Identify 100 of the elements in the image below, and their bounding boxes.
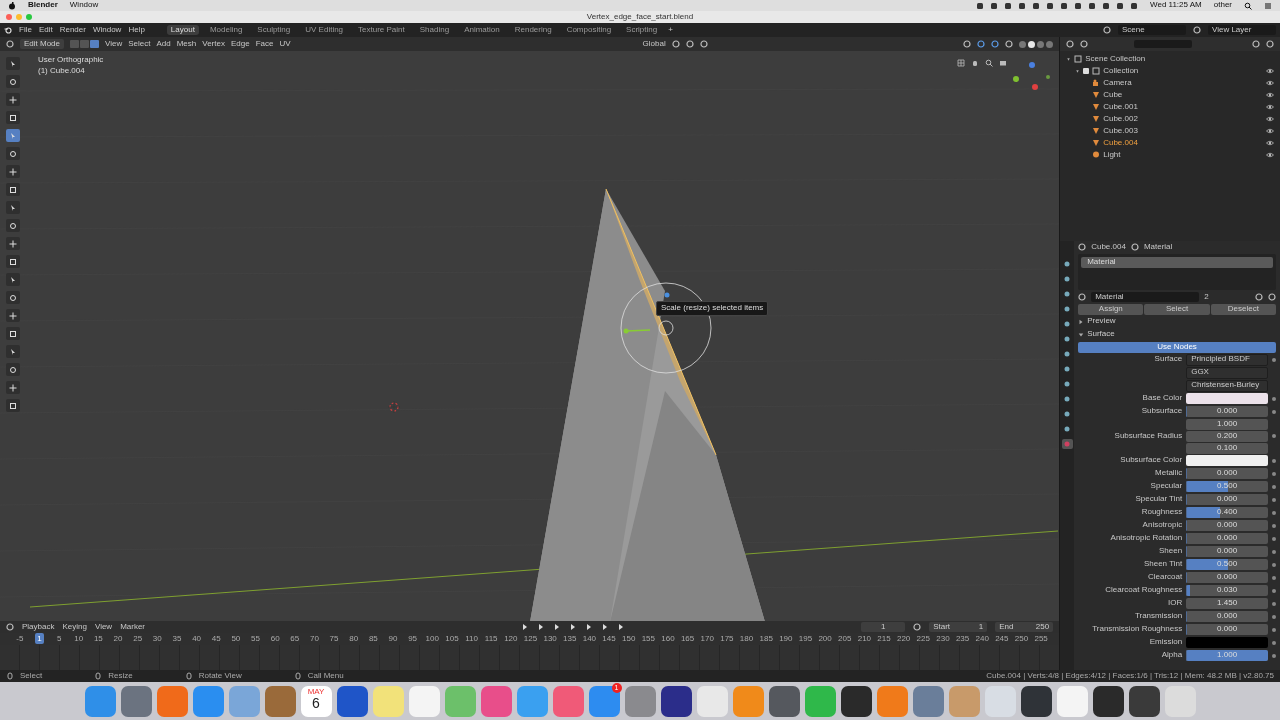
menu-item[interactable]: File (19, 25, 32, 35)
value-slider[interactable]: 0.000 (1186, 624, 1268, 636)
tool-button[interactable] (6, 219, 20, 232)
axis-gizmo[interactable] (1013, 62, 1050, 90)
outliner-row[interactable]: Cube.003 (1060, 125, 1280, 137)
menu-item[interactable]: Window (92, 25, 122, 35)
tool-button[interactable] (6, 363, 20, 376)
keyframe-dot-icon[interactable] (1272, 614, 1276, 619)
workspace-tab[interactable]: Rendering (510, 24, 556, 36)
properties-tab[interactable] (1061, 439, 1073, 449)
value-slider[interactable]: 0.000 (1186, 520, 1268, 532)
keyframe-dot-icon[interactable] (1272, 653, 1276, 658)
value-slider[interactable]: 0.000 (1186, 494, 1268, 506)
tool-button[interactable] (6, 165, 20, 178)
number-field[interactable]: 0.100 (1186, 442, 1268, 454)
value-slider[interactable]: 0.000 (1186, 546, 1268, 558)
tool-button[interactable] (6, 93, 20, 106)
keyframe-dot-icon[interactable] (1272, 357, 1276, 362)
workspace-tab[interactable]: Shading (415, 24, 454, 36)
slot-button[interactable]: Assign (1078, 304, 1144, 315)
app-icon[interactable] (1020, 685, 1052, 717)
tool-button[interactable] (6, 75, 20, 88)
collapsed-arrow-icon[interactable] (1078, 318, 1085, 325)
menu-item[interactable]: Vertex (202, 39, 225, 49)
value-slider[interactable]: 0.000 (1186, 533, 1268, 545)
value-slider[interactable]: 0.000 (1186, 468, 1268, 480)
outliner-row[interactable]: Cube.002 (1060, 113, 1280, 125)
eye-icon[interactable] (1266, 127, 1274, 135)
app-icon[interactable] (660, 685, 692, 717)
tool-button[interactable] (6, 309, 20, 322)
menu-item[interactable]: Window (69, 1, 99, 10)
tool-button[interactable] (6, 399, 20, 412)
number-field[interactable]: 1.450 (1186, 598, 1268, 610)
workspace-tab[interactable]: Compositing (562, 24, 616, 36)
workspace-tab[interactable]: Texture Paint (354, 24, 409, 36)
distribution-dropdown[interactable]: GGX (1186, 366, 1268, 379)
workspace-tab[interactable]: UV Editing (301, 24, 348, 36)
keyframe-dot-icon[interactable] (1272, 640, 1276, 645)
keyframe-dot-icon[interactable] (1272, 575, 1276, 580)
clock[interactable]: Wed 11:25 AM (1150, 1, 1202, 10)
app-icon[interactable] (336, 685, 368, 717)
menu-item[interactable]: Marker (120, 622, 146, 632)
orientation-dropdown[interactable]: Global (642, 39, 666, 49)
keyframe-dot-icon[interactable] (1272, 536, 1276, 541)
add-workspace-button[interactable]: + (668, 25, 673, 35)
eye-icon[interactable] (1266, 139, 1274, 147)
mode-dropdown[interactable]: Edit Mode (20, 38, 65, 50)
number-field[interactable]: 0.200 (1186, 430, 1268, 442)
timeline-track[interactable] (0, 645, 1060, 670)
keyframe-dot-icon[interactable] (1272, 562, 1276, 567)
camera-icon[interactable] (999, 59, 1007, 67)
tool-button[interactable] (6, 147, 20, 160)
workspace-tab[interactable]: Modeling (205, 24, 247, 36)
keyframe-dot-icon[interactable] (1272, 471, 1276, 476)
value-slider[interactable]: 0.030 (1186, 585, 1268, 597)
menu-item[interactable]: Render (59, 25, 86, 35)
app-icon[interactable] (840, 685, 872, 717)
color-swatch[interactable] (1186, 637, 1268, 649)
menu-item[interactable]: Keying (62, 622, 87, 632)
calendar-app-icon[interactable]: MAY 6 (300, 685, 332, 717)
color-swatch[interactable] (1186, 455, 1268, 467)
subsurface-method-dropdown[interactable]: Christensen-Burley (1186, 379, 1268, 392)
camera-icon[interactable] (1092, 79, 1101, 87)
tool-button[interactable] (6, 255, 20, 268)
outliner-row[interactable]: Cube.001 (1060, 101, 1280, 113)
outliner-row[interactable]: Light (1060, 149, 1280, 161)
keyframe-dot-icon[interactable] (1272, 523, 1276, 528)
outliner-row[interactable]: Collection (1060, 65, 1280, 77)
eye-icon[interactable] (1266, 67, 1274, 75)
material-slot[interactable]: Material (1081, 257, 1273, 268)
app-menu[interactable]: Blender (28, 1, 58, 10)
menu-item[interactable]: Add (156, 39, 171, 49)
menu-item[interactable]: Edge (230, 39, 250, 49)
checkbox[interactable] (1083, 68, 1090, 74)
end-frame-field[interactable]: End 250 (995, 621, 1054, 633)
blender-logo-icon[interactable] (4, 26, 12, 34)
keyframe-dot-icon[interactable] (1272, 497, 1276, 502)
view-layer-field[interactable]: View Layer (1208, 24, 1276, 36)
panel-header[interactable]: Surface (1087, 330, 1115, 340)
menu-item[interactable]: Mesh (176, 39, 197, 49)
tool-button[interactable] (6, 183, 20, 196)
bulb-icon[interactable] (1092, 151, 1101, 159)
app-icon[interactable] (1128, 685, 1160, 717)
workspace-tab[interactable]: Sculpting (253, 24, 295, 36)
current-frame-field[interactable]: 1 (861, 621, 906, 633)
shading-button[interactable] (1028, 40, 1036, 48)
app-icon[interactable] (1092, 685, 1124, 717)
keyframe-dot-icon[interactable] (1272, 458, 1276, 463)
keyframe-dot-icon[interactable] (1272, 510, 1276, 515)
slot-button[interactable]: Deselect (1210, 304, 1276, 315)
grid-icon[interactable] (957, 59, 965, 67)
workspace-tab[interactable]: Layout (166, 24, 199, 36)
menu-item[interactable]: Face (255, 39, 274, 49)
menu-item[interactable]: View (94, 622, 113, 632)
outliner-row[interactable]: Cube.004 (1060, 137, 1280, 149)
eye-icon[interactable] (1266, 79, 1274, 87)
tool-button[interactable] (6, 291, 20, 304)
panel-header[interactable]: Preview (1087, 317, 1116, 327)
app-icon[interactable] (768, 685, 800, 717)
user-name[interactable]: other (1213, 1, 1232, 10)
